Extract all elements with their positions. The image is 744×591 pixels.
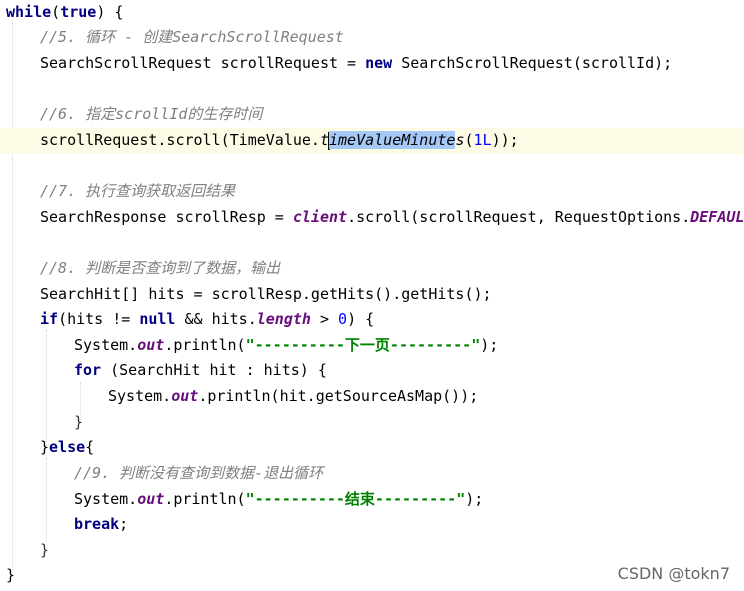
code-token: (SearchHit hit : hits) {	[101, 361, 327, 379]
code-text: }	[6, 563, 15, 589]
code-text: //6. 指定scrollId的生存时间	[40, 102, 262, 128]
code-token: out	[137, 336, 165, 354]
code-line[interactable]: System.out.println("----------下一页-------…	[0, 333, 744, 359]
code-token: ) {	[347, 310, 375, 328]
code-token: new	[365, 54, 393, 72]
code-text: for (SearchHit hit : hits) {	[74, 358, 327, 384]
code-line[interactable]: SearchHit[] hits = scrollResp.getHits().…	[0, 282, 744, 308]
code-token: }	[40, 438, 50, 456]
code-text: //7. 执行查询获取返回结果	[40, 179, 235, 205]
code-token: DEFAULT	[690, 208, 744, 226]
code-token: }	[74, 413, 84, 431]
code-token: for	[74, 361, 102, 379]
code-token: System.	[108, 387, 172, 405]
code-token: && hits.	[175, 310, 257, 328]
code-line[interactable]: //9. 判断没有查询到数据-退出循环	[0, 461, 744, 487]
code-token: true	[60, 3, 97, 21]
code-text: SearchScrollRequest scrollRequest = new …	[40, 51, 672, 77]
code-token: while	[6, 3, 52, 21]
code-token: else	[49, 438, 86, 456]
code-token: ));	[491, 131, 519, 149]
code-line[interactable]: System.out.println(hit.getSourceAsMap())…	[0, 384, 744, 410]
code-text: System.out.println("----------下一页-------…	[74, 333, 498, 359]
code-line[interactable]: SearchScrollRequest scrollRequest = new …	[0, 51, 744, 77]
code-text: //5. 循环 - 创建SearchScrollRequest	[40, 25, 344, 51]
code-line[interactable]: }	[0, 410, 744, 436]
code-line[interactable]: SearchResponse scrollResp = client.scrol…	[0, 205, 744, 231]
code-text: while(true) {	[6, 0, 123, 26]
code-token: System.	[74, 490, 138, 508]
code-line[interactable]: System.out.println("----------结束--------…	[0, 487, 744, 513]
code-token: null	[139, 310, 176, 328]
code-line[interactable]: //6. 指定scrollId的生存时间	[0, 102, 744, 128]
code-token: .println(hit.getSourceAsMap());	[198, 387, 479, 405]
code-token: out	[171, 387, 199, 405]
code-token: client	[292, 208, 348, 226]
code-token: out	[137, 490, 165, 508]
code-token: //6. 指定scrollId的生存时间	[40, 105, 263, 123]
code-token: 1L	[473, 131, 492, 149]
code-text: System.out.println("----------结束--------…	[74, 487, 483, 513]
watermark: CSDN @tokn7	[617, 564, 730, 583]
code-token: //9. 判断没有查询到数据-退出循环	[74, 464, 324, 482]
code-token: SearchScrollRequest(scrollId);	[392, 54, 673, 72]
code-token: .println(	[164, 490, 246, 508]
code-token: .println(	[164, 336, 246, 354]
code-token: (	[51, 3, 61, 21]
code-line[interactable]: //7. 执行查询获取返回结果	[0, 179, 744, 205]
code-text: SearchResponse scrollResp = client.scrol…	[40, 205, 744, 231]
code-token: {	[85, 438, 95, 456]
code-token: }	[40, 541, 50, 559]
code-text: }else{	[40, 435, 94, 461]
code-token: SearchResponse scrollResp =	[40, 208, 293, 226]
code-token: //7. 执行查询获取返回结果	[40, 182, 236, 200]
code-token: System.	[74, 336, 138, 354]
code-text: System.out.println(hit.getSourceAsMap())…	[108, 384, 478, 410]
code-line[interactable]: for (SearchHit hit : hits) {	[0, 358, 744, 384]
code-token: break	[74, 515, 120, 533]
code-token: (	[464, 131, 474, 149]
code-text: break;	[74, 512, 128, 538]
code-line[interactable]: while(true) {	[0, 0, 744, 26]
code-token: );	[480, 336, 499, 354]
code-line[interactable]: //8. 判断是否查询到了数据，输出	[0, 256, 744, 282]
code-token: if	[40, 310, 59, 328]
code-text: }	[74, 410, 83, 436]
code-token: );	[465, 490, 484, 508]
code-text: //9. 判断没有查询到数据-退出循环	[74, 461, 323, 487]
code-line[interactable]: }	[0, 538, 744, 564]
code-token: length	[256, 310, 311, 328]
code-text: SearchHit[] hits = scrollResp.getHits().…	[40, 282, 492, 308]
code-token: ;	[119, 515, 129, 533]
code-token: //5. 循环 - 创建SearchScrollRequest	[40, 28, 344, 46]
code-line[interactable]: if(hits != null && hits.length > 0) {	[0, 307, 744, 333]
code-text: }	[40, 538, 49, 564]
code-editor[interactable]: while(true) {//5. 循环 - 创建SearchScrollReq…	[0, 0, 744, 591]
code-token: "----------结束---------"	[245, 490, 466, 508]
code-token: .scroll(scrollRequest, RequestOptions.	[347, 208, 691, 226]
code-text: scrollRequest.scroll(TimeValue.timeValue…	[40, 128, 519, 154]
code-token: ) {	[96, 3, 124, 21]
code-line[interactable]: break;	[0, 512, 744, 538]
code-token: SearchHit[] hits = scrollResp.getHits().…	[40, 285, 492, 303]
code-line[interactable]: scrollRequest.scroll(TimeValue.timeValue…	[0, 128, 744, 154]
code-token: scrollRequest.scroll(TimeValue.	[40, 131, 320, 149]
code-text: //8. 判断是否查询到了数据，输出	[40, 256, 280, 282]
code-token: "----------下一页---------"	[245, 336, 481, 354]
code-token: 0	[338, 310, 348, 328]
code-line[interactable]: }else{	[0, 435, 744, 461]
code-token: SearchScrollRequest scrollRequest =	[40, 54, 366, 72]
code-token: >	[310, 310, 339, 328]
code-token: imeValueMinute	[329, 131, 456, 149]
code-line[interactable]	[0, 77, 744, 103]
code-token: }	[6, 566, 16, 584]
code-token: //8. 判断是否查询到了数据，输出	[40, 259, 281, 277]
code-line[interactable]	[0, 231, 744, 257]
code-line[interactable]: //5. 循环 - 创建SearchScrollRequest	[0, 25, 744, 51]
code-token: (hits !=	[58, 310, 140, 328]
code-text: if(hits != null && hits.length > 0) {	[40, 307, 374, 333]
code-line[interactable]	[0, 154, 744, 180]
